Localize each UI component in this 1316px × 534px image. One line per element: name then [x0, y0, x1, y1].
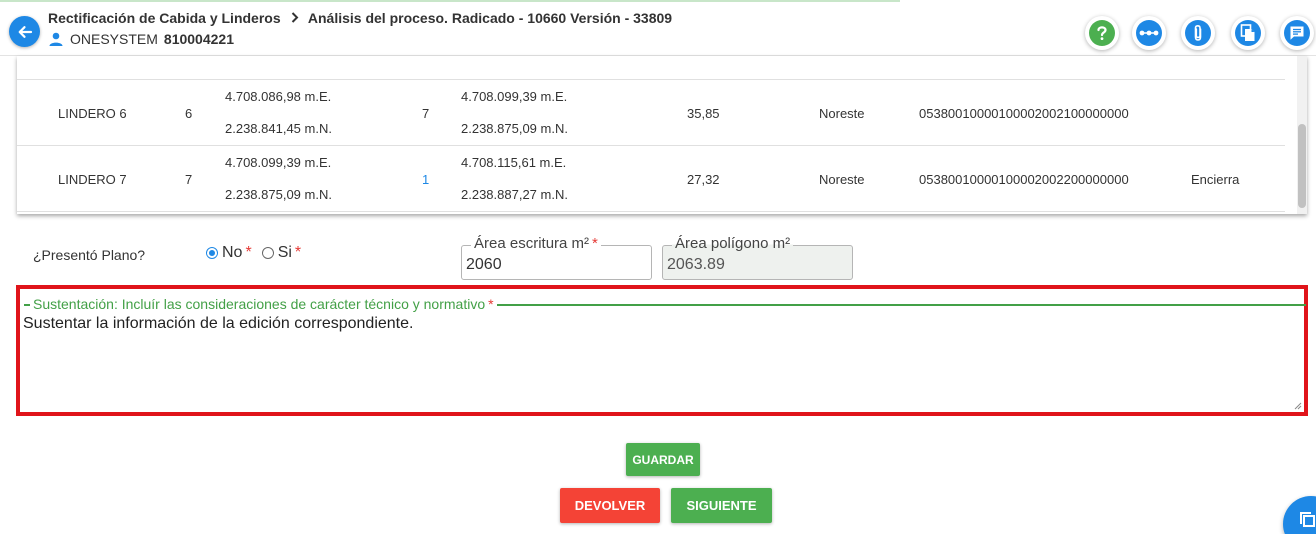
radio-no-label[interactable]: No [222, 244, 242, 262]
area-poligono-field: Área polígono m² 2063.89 [662, 235, 853, 280]
help-button[interactable] [1085, 16, 1119, 50]
cell-predio: 05380010000100002002200000000 [919, 172, 1129, 187]
cell-lindero: LINDERO 6 [58, 106, 127, 121]
area-escritura-label: Área escritura m² [474, 235, 590, 252]
user-info: ONESYSTEM 810004221 [48, 31, 234, 47]
back-button[interactable] [9, 16, 40, 47]
cell-from-north: 2.238.841,45 m.N. [225, 121, 332, 136]
area-escritura-input[interactable]: 2060 [466, 256, 502, 274]
sustentacion-highlight: Sustentación: Incluír las consideracione… [16, 285, 1308, 416]
plano-label: ¿Presentó Plano? [33, 247, 146, 263]
required-mark: * [245, 244, 252, 261]
cell-observation: Encierra [1191, 172, 1240, 187]
attachment-button[interactable] [1181, 16, 1215, 50]
user-name: ONESYSTEM [70, 31, 158, 47]
table-row-partial [17, 56, 1285, 80]
user-id: 810004221 [163, 31, 234, 47]
siguiente-button[interactable]: SIGUIENTE [671, 488, 772, 523]
cell-from-north: 2.238.875,09 m.N. [225, 187, 332, 202]
cell-direction: Noreste [819, 172, 865, 187]
radio-si-label[interactable]: Si [278, 244, 292, 262]
resize-handle-icon[interactable] [1294, 402, 1302, 410]
chevron-right-icon [291, 10, 299, 26]
flow-icon [1136, 20, 1162, 46]
cell-from-east: 4.708.099,39 m.E. [225, 155, 332, 170]
sustentacion-label: Sustentación: Incluír las consideracione… [33, 296, 486, 312]
attachment-icon [1185, 20, 1211, 46]
cell-to-point: 1 [422, 172, 430, 187]
radio-no[interactable] [206, 247, 218, 259]
copy-document-icon [1235, 20, 1261, 46]
table-scrollbar-thumb[interactable] [1298, 124, 1306, 208]
cell-to-north: 2.238.875,09 m.N. [461, 121, 568, 136]
cell-from-point: 6 [185, 106, 193, 121]
cell-from-point: 7 [185, 172, 193, 187]
arrow-left-icon [18, 25, 32, 38]
breadcrumb-process[interactable]: Rectificación de Cabida y Linderos [48, 10, 281, 26]
cell-to-point: 7 [422, 106, 430, 121]
area-escritura-field[interactable]: Área escritura m² * 2060 [461, 235, 652, 280]
cell-from-east: 4.708.086,98 m.E. [225, 89, 332, 104]
cell-direction: Noreste [819, 106, 865, 121]
guardar-button[interactable]: GUARDAR [626, 443, 700, 476]
cell-distance: 35,85 [687, 106, 720, 121]
floating-action-button[interactable] [1283, 496, 1316, 534]
devolver-button[interactable]: DEVOLVER [560, 488, 660, 523]
sustentacion-textarea[interactable]: Sustentar la información de la edición c… [23, 315, 413, 333]
radio-si[interactable] [261, 247, 274, 259]
progress-line [0, 0, 900, 2]
cell-to-east: 4.708.115,61 m.E. [461, 155, 567, 170]
cell-predio: 05380010000100002002100000000 [919, 106, 1129, 121]
copy-document-button[interactable] [1231, 16, 1265, 50]
table-row: LINDERO 7 7 4.708.099,39 m.E. 2.238.875,… [17, 146, 1285, 212]
comments-icon [1284, 20, 1310, 46]
cell-to-east: 4.708.099,39 m.E. [461, 89, 568, 104]
page: Rectificación de Cabida y Linderos Análi… [0, 0, 1316, 534]
required-mark: * [294, 244, 302, 261]
breadcrumb-current: Análisis del proceso. Radicado - 10660 V… [307, 10, 673, 26]
copy-icon [1300, 512, 1315, 527]
flow-button[interactable] [1132, 16, 1166, 50]
app-header: Rectificación de Cabida y Linderos Análi… [0, 0, 1316, 56]
cell-lindero: LINDERO 7 [58, 172, 127, 187]
sustentacion-legend: Sustentación: Incluír las consideracione… [30, 296, 497, 312]
cell-to-north: 2.238.887,27 m.N. [461, 187, 568, 202]
table-row: LINDERO 6 6 4.708.086,98 m.E. 2.238.841,… [17, 80, 1285, 146]
help-icon [1089, 20, 1115, 46]
cell-distance: 27,32 [687, 172, 720, 187]
required-mark: * [488, 296, 494, 312]
comments-button[interactable] [1280, 16, 1314, 50]
area-poligono-label: Área polígono m² [672, 235, 794, 252]
area-poligono-input: 2063.89 [667, 256, 725, 273]
breadcrumb: Rectificación de Cabida y Linderos Análi… [48, 10, 672, 26]
required-mark: * [592, 235, 598, 252]
user-icon [49, 32, 63, 46]
area-escritura-legend: Área escritura m² * [471, 235, 601, 252]
linderos-table: LINDERO 6 6 4.708.086,98 m.E. 2.238.841,… [17, 56, 1307, 214]
table-scrollbar[interactable] [1297, 56, 1307, 214]
plano-radio-group: No * Si * [206, 244, 301, 262]
